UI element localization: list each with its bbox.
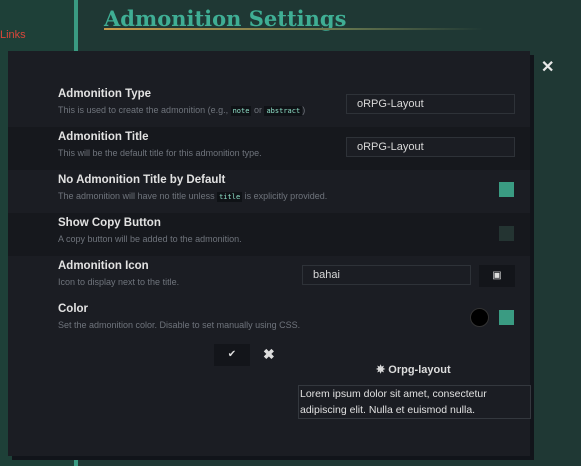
image-icon[interactable]: ▣ [479,265,515,287]
admonition-modal: ✕ Admonition Type This is used to create… [8,51,554,456]
preview-title: ✵ Orpg-layout [376,364,451,376]
title-input[interactable]: oRPG-Layout [346,137,515,157]
type-label: Admonition Type [58,88,152,100]
setting-color: Color Set the admonition color. Disable … [8,299,530,342]
setting-title: Admonition Title This will be the defaul… [8,127,530,170]
copy-checkbox[interactable] [499,226,514,241]
color-toggle[interactable] [499,310,514,325]
cancel-button[interactable]: ✖ [263,346,275,363]
icon-label: Admonition Icon [58,260,149,272]
color-desc: Set the admonition color. Disable to set… [58,320,301,330]
bahai-icon: ✵ [376,364,386,376]
color-swatch[interactable] [470,308,489,327]
close-icon[interactable]: ✕ [541,57,554,77]
copy-label: Show Copy Button [58,217,161,229]
copy-desc: A copy button will be added to the admon… [58,234,242,244]
icon-desc: Icon to display next to the title. [58,277,180,287]
no-title-desc: The admonition will have no title unless… [58,191,328,202]
setting-icon: Admonition Icon Icon to display next to … [8,256,530,299]
setting-type: Admonition Type This is used to create t… [8,84,530,127]
type-desc: This is used to create the admonition (e… [58,105,306,116]
title-desc: This will be the default title for this … [58,148,262,158]
setting-no-title: No Admonition Title by Default The admon… [8,170,530,213]
save-button[interactable]: ✔ [214,344,250,366]
title-label: Admonition Title [58,131,149,143]
setting-copy: Show Copy Button A copy button will be a… [8,213,530,256]
icon-input[interactable]: bahai [302,265,471,285]
sidebar-link[interactable]: Links [0,29,26,41]
no-title-checkbox[interactable] [499,182,514,197]
preview-body: Lorem ipsum dolor sit amet, consectetur … [298,385,531,419]
title-underline [104,28,484,30]
no-title-label: No Admonition Title by Default [58,174,226,186]
color-label: Color [58,303,89,315]
type-input[interactable]: oRPG-Layout [346,94,515,114]
